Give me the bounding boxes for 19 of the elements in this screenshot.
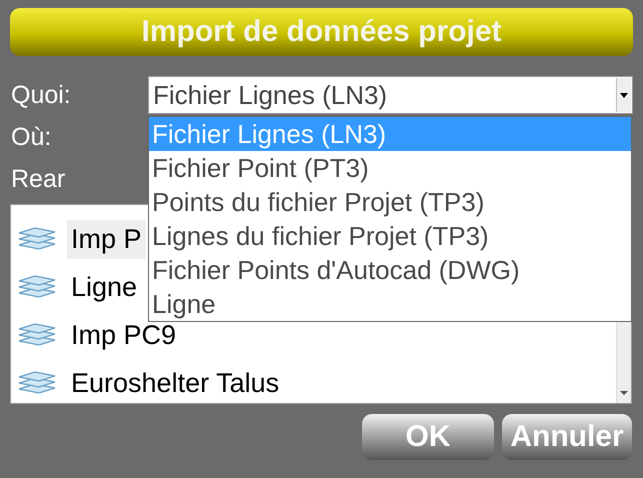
dropdown-option[interactable]: Ligne [149,287,631,321]
layers-icon [17,274,57,300]
type-dropdown[interactable]: Fichier Lignes (LN3) [148,76,633,114]
layers-icon [17,322,57,348]
field-label: Où: [11,122,52,152]
layers-icon [17,226,57,252]
dropdown-option[interactable]: Fichier Point (PT3) [149,151,631,185]
dropdown-option[interactable]: Fichier Points d'Autocad (DWG) [149,253,631,287]
list-item[interactable]: Imp P [67,220,146,258]
dropdown-option[interactable]: Lignes du fichier Projet (TP3) [149,219,631,253]
list-item[interactable]: Euroshelter Talus [67,364,284,402]
scroll-down-icon [620,391,628,395]
dropdown-option[interactable]: Points du fichier Projet (TP3) [149,185,631,219]
layers-icon [17,370,57,396]
dialog-title: Import de données projet [10,8,633,56]
dropdown-arrow-icon [620,92,628,98]
field-label: Rear [11,164,66,194]
field-label: Quoi: [11,80,72,110]
list-item[interactable]: Ligne [67,268,142,306]
